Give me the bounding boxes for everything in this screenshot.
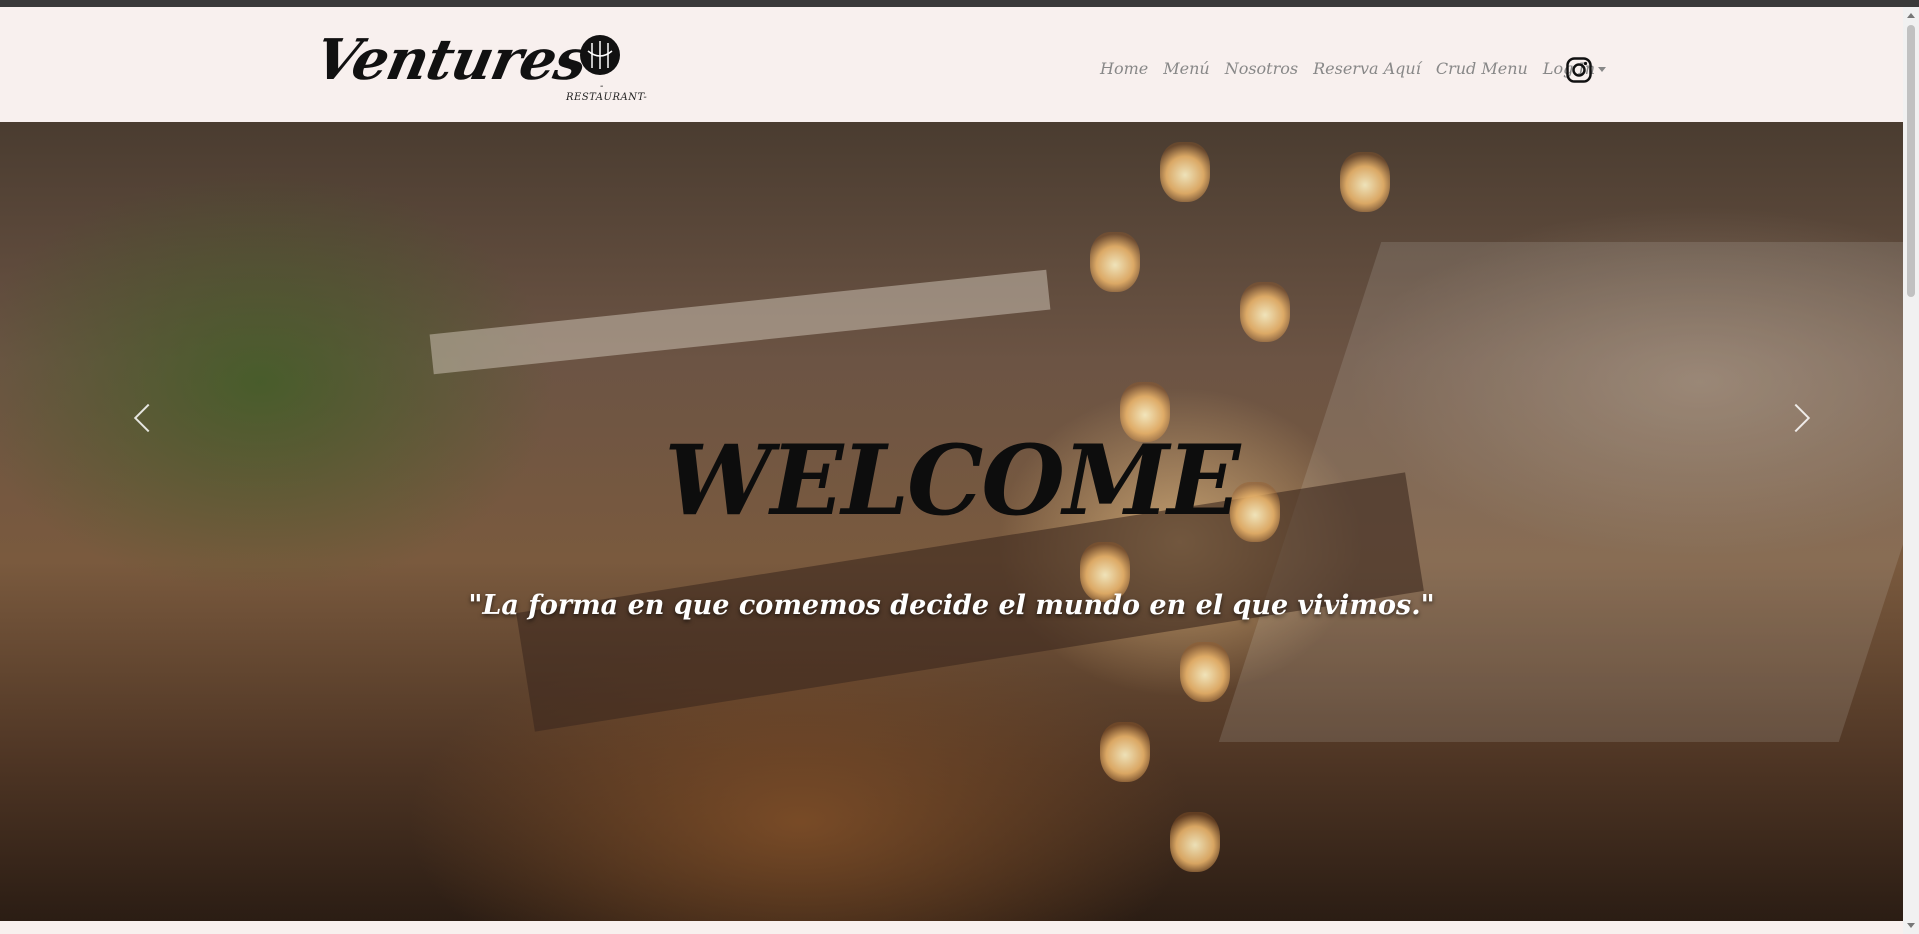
restaurant-logo[interactable]: -RESTAURANT- xyxy=(566,35,648,105)
scroll-up-arrow-icon[interactable] xyxy=(1907,13,1915,18)
logo-subtitle: -RESTAURANT- xyxy=(566,81,648,103)
nav-menu[interactable]: Menú xyxy=(1163,59,1209,78)
nav-reserva[interactable]: Reserva Aquí xyxy=(1313,59,1421,78)
hero-title: WELCOME xyxy=(664,424,1241,537)
lamp-bulb xyxy=(1340,152,1390,212)
hero-tagline: "La forma en que comemos decide el mundo… xyxy=(468,590,1435,621)
restaurant-emblem-icon xyxy=(580,35,620,75)
scroll-down-arrow-icon[interactable] xyxy=(1907,923,1915,928)
brand-logo-text[interactable]: Ventures xyxy=(309,27,593,93)
lamp-bulb xyxy=(1180,642,1230,702)
instagram-icon[interactable] xyxy=(1566,57,1592,83)
nav-home[interactable]: Home xyxy=(1100,59,1148,78)
main-nav: Home Menú Nosotros Reserva Aquí Crud Men… xyxy=(1100,53,1621,83)
hero-carousel: WELCOME "La forma en que comemos decide … xyxy=(0,122,1903,921)
lamp-bulb xyxy=(1240,282,1290,342)
scrollbar-thumb[interactable] xyxy=(1907,25,1915,297)
nav-crud-menu[interactable]: Crud Menu xyxy=(1436,59,1528,78)
caret-down-icon xyxy=(1598,66,1607,72)
lamp-bulb xyxy=(1160,142,1210,202)
page-scrollbar[interactable] xyxy=(1903,7,1919,934)
nav-nosotros[interactable]: Nosotros xyxy=(1225,59,1298,78)
navbar: Ventures -RESTAURANT- Home Menú Nosotros… xyxy=(0,7,1903,122)
lamp-bulb xyxy=(1170,812,1220,872)
browser-top-strip xyxy=(0,0,1919,7)
lamp-bulb xyxy=(1090,232,1140,292)
hero-photo-beam xyxy=(429,269,1051,375)
lamp-bulb xyxy=(1100,722,1150,782)
